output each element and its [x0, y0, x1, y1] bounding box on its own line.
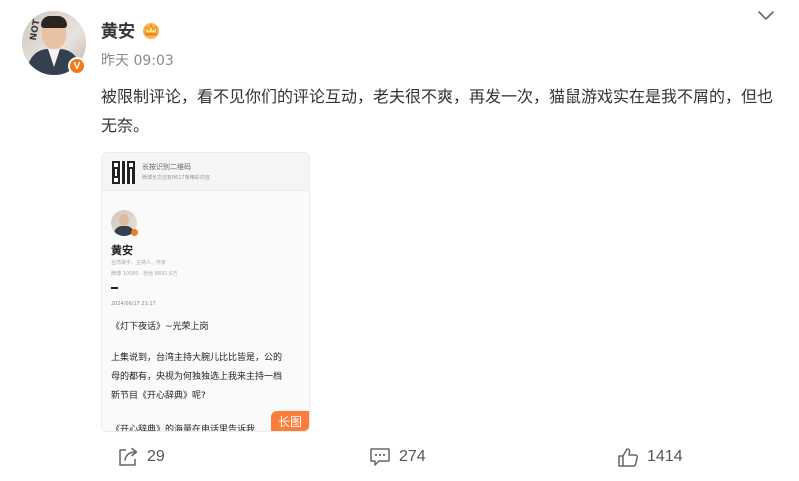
card-body: 上集说到，台湾主持大腕儿比比皆是，公的 母的都有，央视为何独独选上我来主持一档 …	[111, 349, 307, 406]
qr-subtitle: 微博长文还有8617条精彩内容	[142, 175, 210, 181]
share-count: 29	[147, 448, 165, 465]
long-image-badge: 长图	[271, 411, 309, 431]
card-body-line: 新节目《开心辞典》呢?	[111, 391, 206, 401]
qr-code-icon	[112, 161, 135, 184]
card-title: 《灯下夜话》~光荣上岗	[111, 322, 209, 332]
long-image-card[interactable]: 长按识别二维码 微博长文还有8617条精彩内容 黄安 台湾歌手、主持人、作家 微…	[101, 152, 310, 432]
chevron-down-icon[interactable]	[757, 9, 775, 23]
comment-count: 274	[399, 448, 426, 465]
comment-icon	[370, 448, 390, 466]
crown-icon[interactable]	[141, 21, 161, 39]
card-author-stats: 微博 10080 · 粉丝 8891.6万	[111, 271, 178, 277]
card-header: 长按识别二维码 微博长文还有8617条精彩内容	[102, 153, 309, 191]
verified-badge-icon: V	[68, 57, 86, 75]
card-date: 2024/06/17 21:17	[111, 301, 156, 307]
card-body-line: 母的都有，央视为何独独选上我来主持一档	[111, 372, 283, 382]
card-divider	[111, 287, 118, 289]
card-cut-line: 《开心辞典》的海量在电话里告诉我	[111, 425, 256, 432]
card-author-name: 黄安	[111, 244, 133, 257]
comment-button[interactable]: 274	[369, 444, 426, 470]
like-count: 1414	[647, 448, 683, 465]
author-name[interactable]: 黄安	[101, 17, 135, 42]
post-time[interactable]: 昨天 09:03	[101, 50, 174, 70]
like-icon	[618, 447, 639, 467]
qr-title: 长按识别二维码	[142, 163, 191, 171]
post-text: 被限制评论，看不见你们的评论互动，老夫很不爽，再发一次，猫鼠游戏实在是我不屑的，…	[101, 87, 774, 135]
card-body-line: 上集说到，台湾主持大腕儿比比皆是，公的	[111, 353, 283, 363]
like-button[interactable]: 1414	[617, 444, 683, 470]
card-verified-icon	[131, 229, 138, 236]
share-icon	[119, 447, 138, 466]
share-button[interactable]: 29	[117, 444, 165, 470]
post-author: 黄安	[101, 17, 161, 42]
author-avatar[interactable]: NOT V	[22, 11, 86, 75]
card-author-meta: 台湾歌手、主持人、作家	[111, 260, 167, 266]
